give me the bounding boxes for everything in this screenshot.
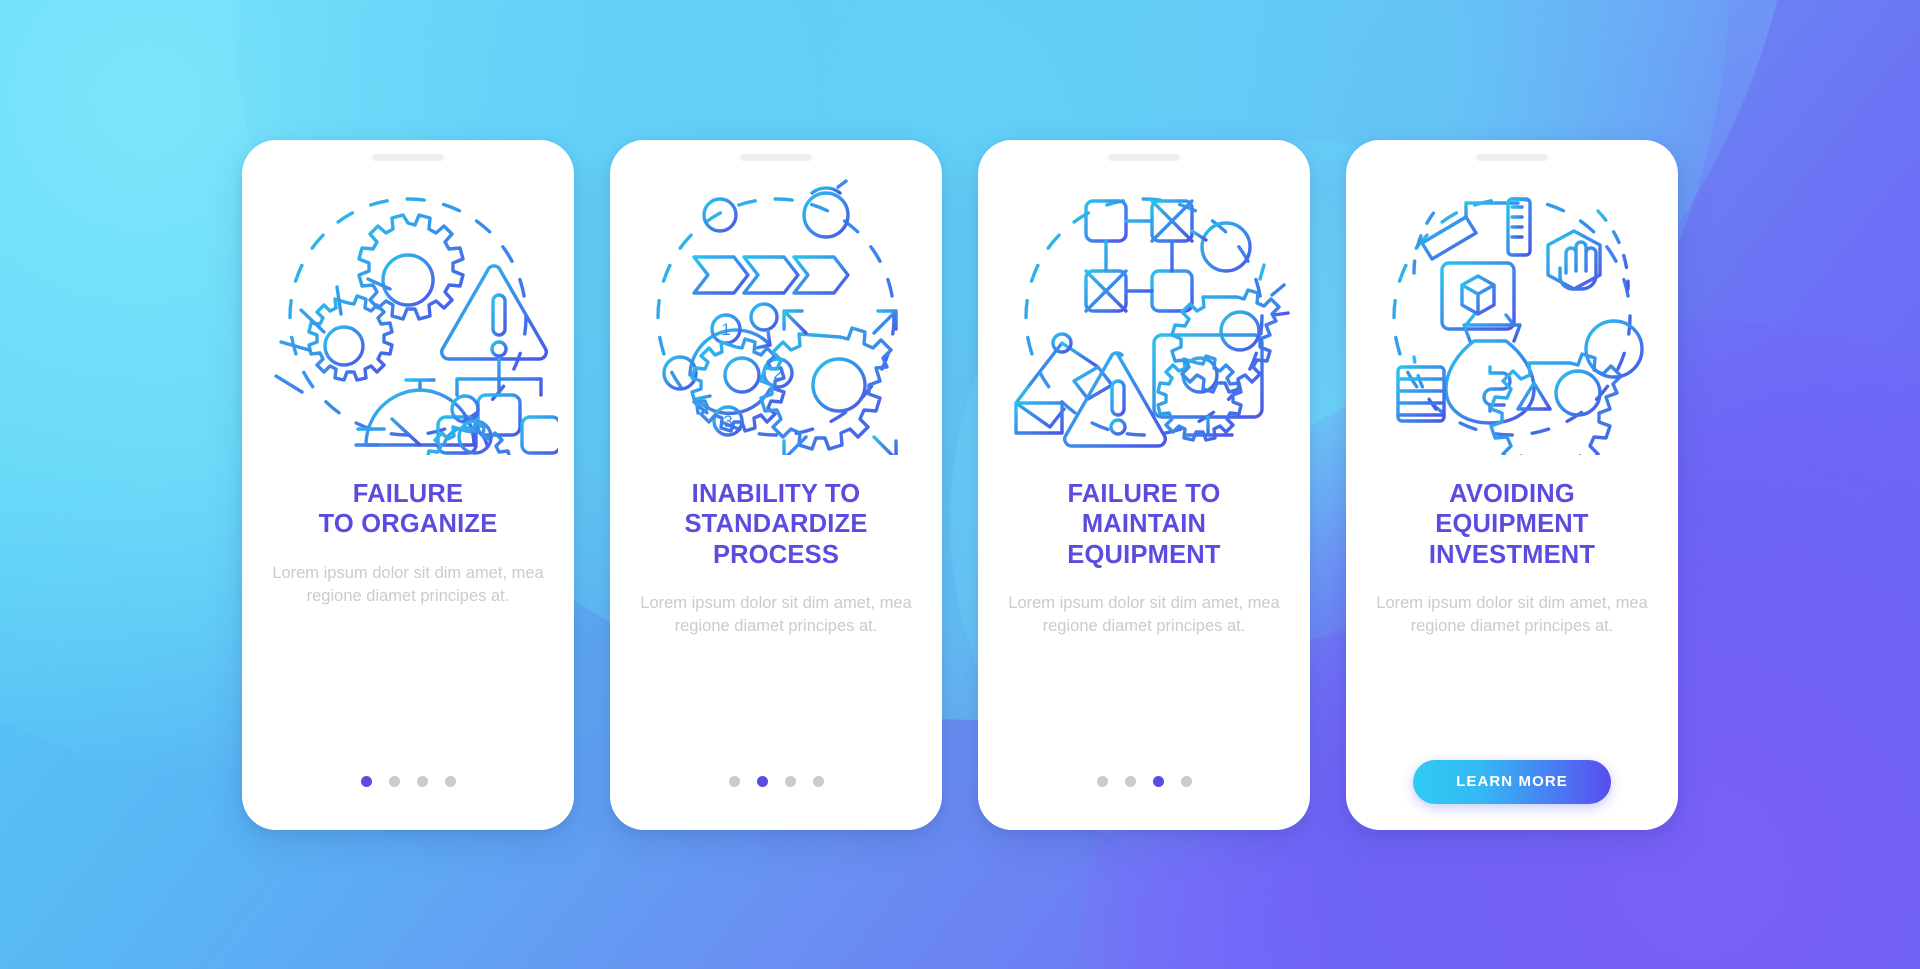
learn-more-button[interactable]: LEARN MORE xyxy=(1413,759,1611,804)
svg-text:1: 1 xyxy=(721,320,730,339)
phone-speaker-notch xyxy=(1108,153,1180,161)
pagination-dot-2[interactable] xyxy=(1124,776,1136,787)
phone-speaker-notch xyxy=(372,153,444,161)
flowchart-arrows-gears-illustration: 1 2 3 xyxy=(626,177,926,455)
pagination-dot-2[interactable] xyxy=(756,776,768,787)
pagination-dot-4[interactable] xyxy=(444,776,456,787)
phone-speaker-notch xyxy=(740,153,812,161)
screen-footer xyxy=(610,734,942,830)
screen-footer: LEARN MORE xyxy=(1346,734,1678,830)
robot-arm-monitor-gear-illustration xyxy=(994,177,1294,455)
phone-speaker-notch xyxy=(1476,153,1548,161)
screen-text-block: INABILITY TO STANDARDIZE PROCESS Lorem i… xyxy=(610,455,942,734)
gears-warning-stopwatch-illustration xyxy=(258,177,558,455)
screen-description: Lorem ipsum dolor sit dim amet, mea regi… xyxy=(1008,594,1280,635)
screen-footer xyxy=(978,734,1310,830)
pagination-dots[interactable] xyxy=(728,776,824,787)
pagination-dot-3[interactable] xyxy=(784,776,796,787)
screen-title: FAILURE TO MAINTAIN EQUIPMENT xyxy=(1067,479,1221,569)
screen-description: Lorem ipsum dolor sit dim amet, mea regi… xyxy=(640,594,912,635)
screen-footer xyxy=(242,734,574,830)
pagination-dots[interactable] xyxy=(360,776,456,787)
pagination-dot-3[interactable] xyxy=(1152,776,1164,787)
onboarding-screen-inability-to-standardize-process[interactable]: 1 2 3 INABILITY TO STANDARDIZE PROCESS L… xyxy=(610,139,942,830)
screen-text-block: FAILURE TO ORGANIZE Lorem ipsum dolor si… xyxy=(242,455,574,734)
screen-description: Lorem ipsum dolor sit dim amet, mea regi… xyxy=(1376,594,1648,635)
pagination-dot-3[interactable] xyxy=(416,776,428,787)
screen-description: Lorem ipsum dolor sit dim amet, mea regi… xyxy=(272,563,544,605)
pagination-dot-4[interactable] xyxy=(812,776,824,787)
screen-title: FAILURE TO ORGANIZE xyxy=(318,479,498,539)
pagination-dot-1[interactable] xyxy=(360,776,372,787)
money-bag-machine-hand-illustration xyxy=(1362,177,1662,455)
screen-title: AVOIDING EQUIPMENT INVESTMENT xyxy=(1428,479,1596,569)
onboarding-screen-row: FAILURE TO ORGANIZE Lorem ipsum dolor si… xyxy=(0,0,1920,969)
onboarding-screen-failure-to-organize[interactable]: FAILURE TO ORGANIZE Lorem ipsum dolor si… xyxy=(242,139,574,830)
pagination-dot-4[interactable] xyxy=(1180,776,1192,787)
pagination-dots[interactable] xyxy=(1096,776,1192,787)
pagination-dot-2[interactable] xyxy=(388,776,400,787)
screen-title: INABILITY TO STANDARDIZE PROCESS xyxy=(684,479,868,569)
pagination-dot-1[interactable] xyxy=(1096,776,1108,787)
screen-text-block: AVOIDING EQUIPMENT INVESTMENT Lorem ipsu… xyxy=(1346,455,1678,734)
pagination-dot-1[interactable] xyxy=(728,776,740,787)
onboarding-screen-failure-to-maintain-equipment[interactable]: FAILURE TO MAINTAIN EQUIPMENT Lorem ipsu… xyxy=(978,139,1310,830)
screen-text-block: FAILURE TO MAINTAIN EQUIPMENT Lorem ipsu… xyxy=(978,455,1310,734)
onboarding-screen-avoiding-equipment-investment[interactable]: AVOIDING EQUIPMENT INVESTMENT Lorem ipsu… xyxy=(1346,139,1678,830)
